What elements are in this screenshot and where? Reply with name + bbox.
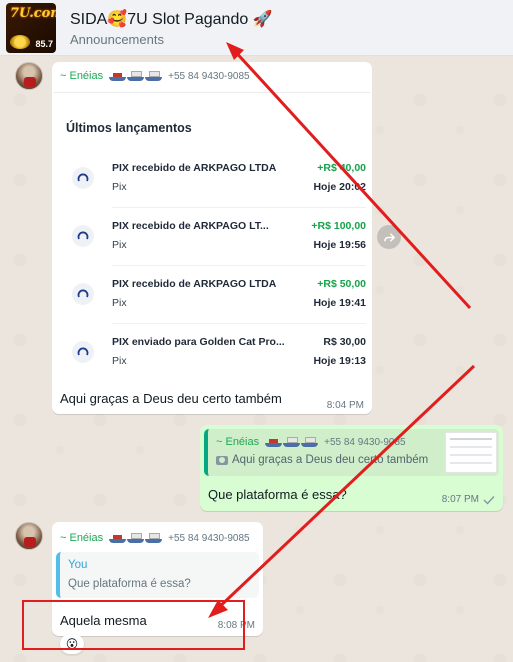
transaction-amount: +R$ 50,00	[317, 278, 366, 290]
message-bubble-outgoing[interactable]: ~ Enéias +55 84 9430-9085 Aqui graças a …	[200, 425, 503, 511]
quoted-text: Que plataforma é essa?	[68, 578, 191, 590]
message-text: Aquela mesma	[60, 613, 147, 628]
transaction-amount: +R$ 100,00	[311, 220, 366, 232]
transaction-method: Pix	[112, 297, 127, 309]
quoted-message[interactable]: ~ Enéias +55 84 9430-9085 Aqui graças a …	[204, 429, 499, 476]
message-time: 8:04 PM	[326, 400, 364, 411]
sender-phone: +55 84 9430-9085	[168, 70, 250, 82]
sender-avatar[interactable]	[15, 62, 43, 90]
quoted-thumbnail	[445, 432, 497, 473]
transaction-date: Hoje 19:13	[313, 355, 366, 367]
coins-icon	[10, 34, 30, 49]
message-time: 8:07 PM	[441, 494, 479, 505]
transaction-method: Pix	[112, 355, 127, 367]
logo-text: 7U.com	[10, 5, 56, 21]
bank-statement-image[interactable]: Últimos lançamentos PIX recebido de ARKP…	[54, 92, 370, 384]
quoted-sender-name: You	[68, 559, 88, 571]
statement-title: Últimos lançamentos	[66, 121, 192, 135]
camera-icon	[216, 455, 228, 465]
quoted-message[interactable]: You Que plataforma é essa?	[56, 552, 259, 598]
quoted-sender-name: ~ Enéias	[216, 436, 260, 448]
transaction-date: Hoje 19:56	[313, 239, 366, 251]
reaction-badge[interactable]: 😮	[60, 634, 84, 654]
transaction-date: Hoje 20:02	[313, 181, 366, 193]
forward-icon	[383, 232, 395, 242]
sender-line: ~ Enéias +55 84 9430-9085	[60, 70, 250, 82]
sender-phone: +55 84 9430-9085	[168, 532, 250, 544]
ship-emojis-icon	[109, 70, 163, 81]
pix-icon	[72, 341, 94, 363]
quoted-sender-phone: +55 84 9430-9085	[324, 436, 406, 448]
sender-name[interactable]: ~ Enéias	[60, 532, 103, 544]
transaction-row: PIX enviado para Golden Cat Pro... Pix R…	[66, 331, 366, 375]
sender-name[interactable]: ~ Enéias	[60, 70, 103, 82]
message-time: 8:08 PM	[217, 620, 255, 631]
group-avatar[interactable]: 7U.com 85.7	[6, 2, 56, 53]
sender-avatar[interactable]	[15, 522, 43, 550]
surprised-emoji-icon: 😮	[65, 637, 79, 651]
divider	[112, 207, 366, 208]
header-text: SIDA🥰7U Slot Pagando 🚀 Announcements	[70, 9, 273, 47]
chat-header[interactable]: 7U.com 85.7 SIDA🥰7U Slot Pagando 🚀 Annou…	[0, 0, 513, 56]
transaction-amount: +R$ 40,00	[317, 162, 366, 174]
transaction-title: PIX recebido de ARKPAGO LT...	[112, 220, 269, 232]
logo-number: 85.7	[35, 38, 53, 49]
pix-icon	[72, 283, 94, 305]
pix-icon	[72, 225, 94, 247]
transaction-title: PIX recebido de ARKPAGO LTDA	[112, 162, 277, 174]
ship-emojis-icon	[265, 436, 319, 447]
transaction-row: PIX recebido de ARKPAGO LTDA Pix +R$ 40,…	[66, 157, 366, 201]
transaction-row: PIX recebido de ARKPAGO LTDA Pix +R$ 50,…	[66, 273, 366, 317]
transaction-method: Pix	[112, 181, 127, 193]
transaction-row: PIX recebido de ARKPAGO LT... Pix +R$ 10…	[66, 215, 366, 259]
transaction-method: Pix	[112, 239, 127, 251]
ship-emojis-icon	[109, 532, 163, 543]
group-title: SIDA🥰7U Slot Pagando 🚀	[70, 10, 273, 28]
divider	[112, 323, 366, 324]
transaction-title: PIX recebido de ARKPAGO LTDA	[112, 278, 277, 290]
quoted-text: Aqui graças a Deus deu certo também	[232, 454, 429, 466]
transaction-amount: R$ 30,00	[323, 336, 366, 348]
message-text: Que plataforma é essa?	[208, 487, 347, 502]
message-bubble-incoming[interactable]: ~ Enéias +55 84 9430-9085 You Que plataf…	[52, 522, 263, 636]
check-icon	[483, 495, 495, 505]
transaction-title: PIX enviado para Golden Cat Pro...	[112, 336, 285, 348]
transaction-date: Hoje 19:41	[313, 297, 366, 309]
group-subtitle: Announcements	[70, 31, 164, 47]
message-caption: Aqui graças a Deus deu certo também	[60, 391, 282, 406]
forward-button[interactable]	[377, 225, 401, 249]
pix-icon	[72, 167, 94, 189]
divider	[112, 265, 366, 266]
